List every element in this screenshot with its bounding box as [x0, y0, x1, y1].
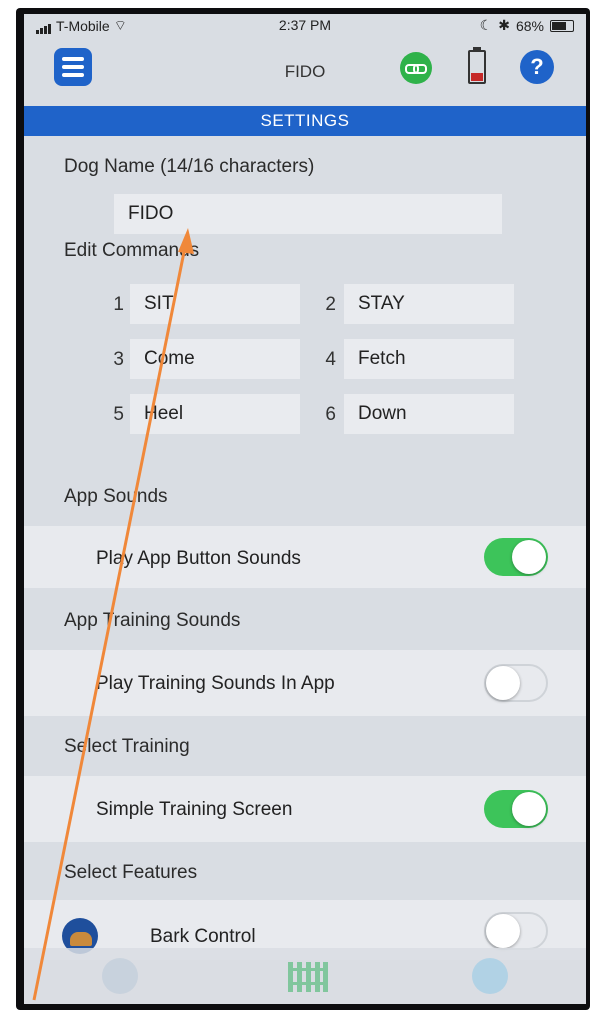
fence-icon[interactable]	[288, 958, 328, 994]
toggle-knob	[512, 792, 546, 826]
dog-icon[interactable]	[102, 958, 138, 994]
bark-control-label: Bark Control	[150, 926, 256, 947]
settings-banner: SETTINGS	[24, 106, 586, 136]
training-sounds-label: Play Training Sounds In App	[96, 673, 335, 694]
command-number: 4	[325, 349, 336, 370]
dog-name-input[interactable]: FIDO	[114, 194, 502, 234]
help-icon[interactable]: ?	[520, 50, 554, 84]
app-screen: T-Mobile ⌔ 2:37 PM ☾ ✱ 68% FIDO ? SETTIN…	[24, 14, 586, 1004]
battery-percent: 68%	[515, 17, 544, 34]
command-number: 1	[113, 294, 124, 315]
bark-control-toggle[interactable]	[484, 912, 548, 950]
command-field-3[interactable]: Come	[130, 339, 300, 379]
app-button-sounds-label: Play App Button Sounds	[96, 548, 301, 569]
training-sounds-header: App Training Sounds	[64, 610, 241, 631]
nav-bar: FIDO ?	[24, 40, 586, 100]
simple-training-label: Simple Training Screen	[96, 799, 293, 820]
command-field-2[interactable]: STAY	[344, 284, 514, 324]
toggle-knob	[486, 914, 520, 948]
app-button-sounds-toggle[interactable]	[484, 538, 548, 576]
status-bar: T-Mobile ⌔ 2:37 PM ☾ ✱ 68%	[24, 14, 586, 38]
bluetooth-icon: ✱	[498, 17, 510, 33]
dog-name-label: Dog Name (14/16 characters)	[64, 156, 315, 177]
edit-commands-label: Edit Commands	[64, 240, 200, 261]
command-field-1[interactable]: SIT	[130, 284, 300, 324]
toggle-knob	[512, 540, 546, 574]
command-field-5[interactable]: Heel	[130, 394, 300, 434]
command-number: 2	[325, 294, 336, 315]
training-sounds-toggle[interactable]	[484, 664, 548, 702]
command-field-6[interactable]: Down	[344, 394, 514, 434]
moon-icon: ☾	[479, 17, 493, 33]
select-training-header: Select Training	[64, 736, 190, 757]
command-number: 5	[113, 404, 124, 425]
command-field-4[interactable]: Fetch	[344, 339, 514, 379]
toggle-knob	[486, 666, 520, 700]
tab-bar	[24, 948, 586, 1004]
battery-status-icon	[550, 19, 574, 32]
status-right: ☾ ✱ 68%	[480, 17, 574, 34]
app-sounds-header: App Sounds	[64, 486, 168, 507]
link-icon[interactable]	[400, 52, 432, 84]
battery-icon[interactable]	[468, 47, 486, 84]
remote-icon[interactable]	[472, 958, 508, 994]
simple-training-toggle[interactable]	[484, 790, 548, 828]
select-features-header: Select Features	[64, 862, 198, 883]
nav-title: FIDO	[284, 62, 326, 81]
command-number: 6	[325, 404, 336, 425]
command-number: 3	[113, 349, 124, 370]
